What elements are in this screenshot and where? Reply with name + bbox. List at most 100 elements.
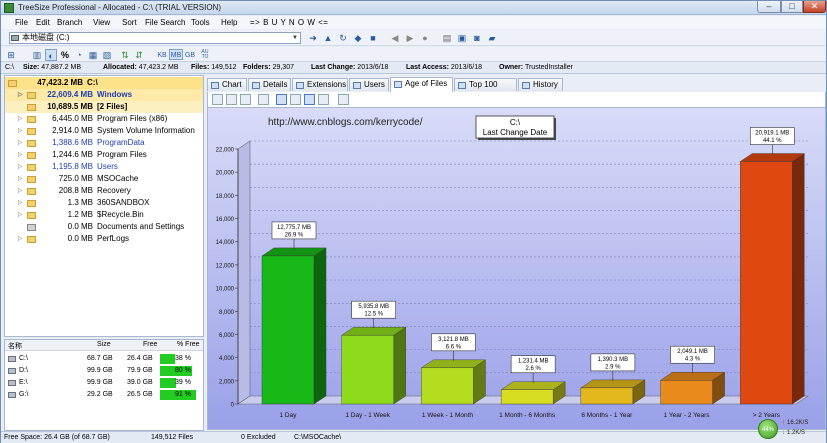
unit-gb-button[interactable]: GB [183, 49, 197, 60]
chart-title-line2: Last Change Date [483, 128, 548, 137]
menu-edit[interactable]: Edit [36, 18, 50, 27]
drive-row[interactable]: C:\ 68.7 GB 26.4 GB 38 % [5, 353, 203, 365]
bar3d-chart-icon[interactable] [290, 94, 301, 105]
y-tick-label: 12,000 [216, 263, 235, 269]
scan-icon[interactable]: ◆ [352, 32, 364, 44]
tree-item[interactable]: ▷ 208.8 MB Recovery [5, 185, 203, 197]
expand-icon[interactable]: ▷ [18, 149, 23, 161]
files-icon[interactable]: ▦ [87, 49, 99, 61]
maximize-button[interactable]: □ [781, 1, 803, 13]
stop-icon[interactable]: ■ [367, 32, 379, 44]
up-icon[interactable]: ● [419, 32, 431, 44]
y-tick-label: 22,000 [216, 148, 235, 154]
sort-asc-icon[interactable]: ⇅ [119, 49, 131, 61]
tab-age-of-files[interactable]: Age of Files [390, 77, 453, 92]
size-view-icon[interactable]: ◐ [45, 49, 57, 61]
tree-view-icon[interactable]: ⊞ [5, 49, 17, 61]
filter-icon[interactable]: ▧ [101, 49, 113, 61]
tab-extensions[interactable]: Extensions [292, 78, 348, 91]
unit-kb-button[interactable]: KB [155, 49, 169, 60]
settings-icon[interactable] [338, 94, 349, 105]
unit-mb-button[interactable]: MB [169, 49, 183, 60]
close-button[interactable]: ✕ [803, 1, 826, 13]
pie-chart-icon[interactable] [318, 94, 329, 105]
expand-icon[interactable]: ▷ [18, 185, 23, 197]
line-chart-icon[interactable] [304, 94, 315, 105]
tree-item-size: 6,445.0 MB [52, 114, 93, 123]
go-icon[interactable]: ➜ [307, 32, 319, 44]
copy-icon[interactable] [212, 94, 223, 105]
refresh-icon[interactable]: ↻ [337, 32, 349, 44]
tab-users[interactable]: Users [349, 78, 389, 91]
expand-icon[interactable]: ▷ [18, 161, 23, 173]
expand-icon[interactable]: ▷ [18, 125, 23, 137]
tree-item[interactable]: ▷ 22,609.4 MB Windows [5, 89, 203, 101]
tab-history[interactable]: History [518, 78, 563, 91]
print-icon[interactable] [240, 94, 251, 105]
expand-icon[interactable]: ▷ [18, 113, 23, 125]
tree-root[interactable]: 47,423.2 MB C:\ [5, 77, 203, 89]
menu-help[interactable]: Help [221, 18, 237, 27]
menu-sort[interactable]: Sort [122, 18, 137, 27]
title-bar[interactable]: TreeSize Professional - Allocated - C:\ … [1, 1, 826, 15]
tree-item[interactable]: ▷ 1,244.6 MB Program Files [5, 149, 203, 161]
tree-item[interactable]: ▷ 1,388.6 MB ProgramData [5, 137, 203, 149]
clipboard-icon[interactable] [258, 94, 269, 105]
tree-item[interactable]: ▷ 1.2 MB $Recycle.Bin [5, 209, 203, 221]
tree-item[interactable]: ▷ 725.0 MB MSOCache [5, 173, 203, 185]
tab-details[interactable]: Details [248, 78, 291, 91]
folder-icon[interactable]: ▰ [486, 32, 498, 44]
network-widget[interactable]: 44% ↑ 16.2K/S ↓ 1.2K/S [758, 417, 826, 441]
col-pctfree-header[interactable]: % Free [177, 341, 200, 348]
export-icon[interactable]: ◙ [471, 32, 483, 44]
bar [261, 255, 315, 405]
tree-item[interactable]: 10,689.5 MB [2 Files] [5, 101, 203, 113]
drive-row[interactable]: E:\ 99.9 GB 39.0 GB 39 % [5, 377, 203, 389]
menu-file-search[interactable]: File Search [145, 18, 185, 27]
drive-row[interactable]: D:\ 99.9 GB 79.9 GB 80 % [5, 365, 203, 377]
expand-icon[interactable]: ▷ [18, 137, 23, 149]
tree-item[interactable]: ▷ 1,195.8 MB Users [5, 161, 203, 173]
expand-icon[interactable]: ▷ [18, 197, 23, 209]
drive-list: 名称 Size Free % Free C:\ 68.7 GB 26.4 GB … [4, 339, 204, 431]
tree-item[interactable]: 0.0 MB Documents and Settings [5, 221, 203, 233]
tree-item[interactable]: ▷ 6,445.0 MB Program Files (x86) [5, 113, 203, 125]
menu-branch[interactable]: Branch [57, 18, 82, 27]
col-size-header[interactable]: Size [97, 341, 111, 348]
col-free-header[interactable]: Free [143, 341, 157, 348]
minimize-button[interactable]: – [757, 1, 781, 13]
tree-item[interactable]: ▷ 0.0 MB PerfLogs [5, 233, 203, 245]
forward-icon[interactable]: ▶ [404, 32, 416, 44]
upload-arrow-icon: ↑ [782, 420, 785, 426]
save-icon[interactable] [226, 94, 237, 105]
pie-icon[interactable]: ◔ [73, 49, 85, 61]
options-icon[interactable]: ▣ [456, 32, 468, 44]
print-icon[interactable]: ▤ [441, 32, 453, 44]
menu-file[interactable]: File [15, 18, 28, 27]
percent-icon[interactable]: % [59, 49, 71, 61]
open-folder-icon[interactable]: ▲ [322, 32, 334, 44]
tree-item[interactable]: ▷ 1.3 MB 360SANDBOX [5, 197, 203, 209]
path-combobox[interactable]: 本地磁盘 (C:) ▼ [9, 32, 301, 44]
unit-auto-button[interactable]: AU TO [199, 49, 211, 60]
folder-icon [27, 116, 36, 123]
bar-chart-icon[interactable] [276, 94, 287, 105]
menu-buy-now[interactable]: => B U Y N O W <= [250, 18, 328, 27]
drive-row[interactable]: G:\ 29.2 GB 26.5 GB 91 % [5, 389, 203, 401]
drive-free: 39.0 GB [127, 379, 153, 386]
col-name-header[interactable]: 名称 [8, 341, 22, 351]
sort-desc-icon[interactable]: ⇵ [133, 49, 145, 61]
expand-icon[interactable]: ▷ [18, 209, 23, 221]
chevron-down-icon[interactable]: ▼ [291, 34, 299, 42]
bar-side [393, 326, 406, 405]
bars-view-icon[interactable]: ▥ [31, 49, 43, 61]
expand-icon[interactable]: ▷ [18, 173, 23, 185]
tab-chart[interactable]: Chart [207, 78, 247, 91]
back-icon[interactable]: ◀ [389, 32, 401, 44]
expand-icon[interactable]: ▷ [18, 89, 23, 101]
expand-icon[interactable]: ▷ [18, 233, 23, 245]
menu-view[interactable]: View [93, 18, 110, 27]
menu-tools[interactable]: Tools [191, 18, 210, 27]
tab-top-100-files[interactable]: Top 100 Files [454, 78, 517, 101]
tree-item[interactable]: ▷ 2,914.0 MB System Volume Information [5, 125, 203, 137]
